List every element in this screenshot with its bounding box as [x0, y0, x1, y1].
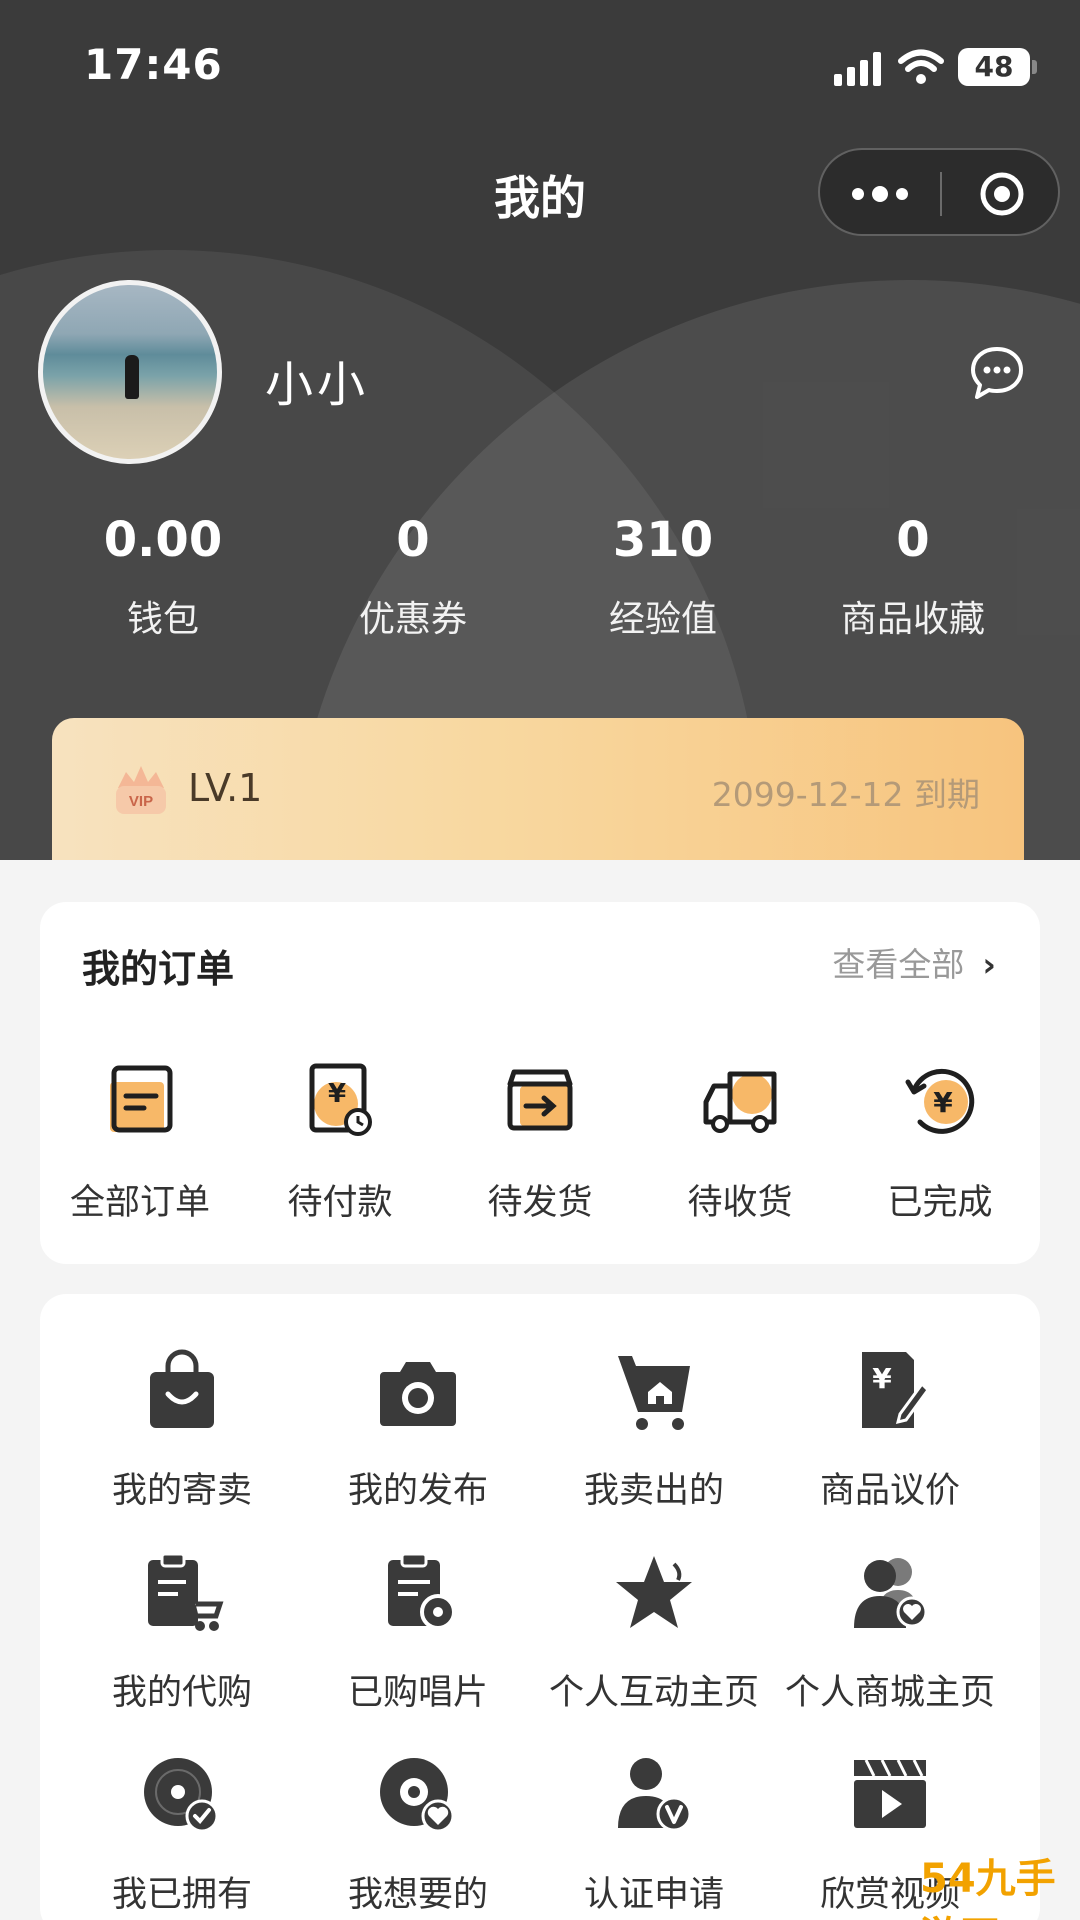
order-label: 全部订单: [69, 1183, 210, 1223]
vip-expire-date: 2099-12-12 到期: [711, 775, 980, 814]
services-card: 我的寄卖 我的发布 我卖出的 ¥ 商品议价 我的代购 已购唱片 个人互动主页 个…: [40, 1294, 1040, 1920]
svg-text:¥: ¥: [872, 1362, 892, 1395]
video-clapper-icon: [854, 1759, 926, 1828]
svg-text:¥: ¥: [328, 1079, 346, 1109]
avatar-person: [125, 355, 139, 399]
disc-check-icon: [144, 1758, 219, 1833]
disc-heart-icon: [380, 1758, 455, 1833]
service-label: 认证申请: [583, 1875, 724, 1915]
stat-label: 商品收藏: [840, 599, 985, 640]
battery-level: 48: [974, 50, 1014, 83]
stat-label: 优惠券: [358, 599, 467, 640]
close-target-icon[interactable]: [978, 170, 1026, 218]
orders-card: 我的订单 查看全部 › 全部订单 ¥ 待付款 待发货 待收货 ¥ 已完成: [40, 902, 1040, 1264]
service-label: 我想要的: [347, 1875, 488, 1915]
service-owned[interactable]: 我已拥有: [64, 1752, 300, 1917]
record-list-icon: [388, 1552, 456, 1630]
status-bar: 17:46 48: [0, 0, 1080, 130]
service-label: 我的寄卖: [111, 1471, 252, 1511]
service-label: 商品议价: [819, 1471, 960, 1511]
watermark: 54九手游网: [920, 1856, 1056, 1920]
service-label: 我的发布: [347, 1471, 488, 1511]
status-time: 17:46: [84, 40, 223, 89]
wifi-icon: [898, 49, 944, 84]
delivery-truck-icon: [703, 1071, 777, 1133]
stat-value: 0: [396, 512, 430, 568]
stat-wallet[interactable]: 0.00 钱包: [43, 512, 283, 642]
more-icon[interactable]: [850, 184, 910, 204]
view-all-label: 查看全部: [832, 945, 965, 984]
vip-badge-text: VIP: [129, 793, 153, 810]
verify-user-icon: [618, 1758, 692, 1832]
chevron-right-icon: ›: [982, 945, 996, 984]
service-bargain[interactable]: ¥ 商品议价: [772, 1348, 1008, 1513]
capsule-divider: [940, 172, 942, 216]
vip-level: LV.1: [188, 766, 263, 810]
service-proxy-purchase[interactable]: 我的代购: [64, 1550, 300, 1715]
service-sold[interactable]: 我卖出的: [536, 1348, 772, 1513]
user-heart-icon: [854, 1558, 928, 1628]
service-purchased-records[interactable]: 已购唱片: [300, 1550, 536, 1715]
service-publish[interactable]: 我的发布: [300, 1348, 536, 1513]
order-all[interactable]: 全部订单: [40, 1060, 240, 1225]
star-icon: [616, 1556, 692, 1628]
stat-label: 钱包: [126, 599, 199, 640]
signal-icon: [834, 52, 881, 86]
service-label: 我已拥有: [111, 1875, 252, 1915]
service-label: 个人商城主页: [784, 1673, 995, 1713]
service-label: 我的代购: [111, 1673, 252, 1713]
username: 小小: [265, 357, 370, 413]
stat-value: 0: [896, 512, 930, 568]
order-label: 待发货: [487, 1183, 593, 1223]
stats-row: 0.00 钱包 0 优惠券 310 经验值 0 商品收藏: [0, 512, 1080, 652]
order-completed[interactable]: ¥ 已完成: [840, 1060, 1040, 1225]
stat-coupons[interactable]: 0 优惠券: [293, 512, 533, 642]
camera-icon: [380, 1362, 456, 1426]
service-label: 已购唱片: [347, 1673, 488, 1713]
service-interaction-home[interactable]: 个人互动主页: [536, 1550, 772, 1715]
service-verification[interactable]: 认证申请: [536, 1752, 772, 1917]
order-label: 已完成: [887, 1183, 993, 1223]
vip-card[interactable]: VIP LV.1 2099-12-12 到期: [52, 718, 1024, 860]
miniprogram-capsule: [818, 148, 1060, 236]
order-label: 待收货: [687, 1183, 793, 1223]
purchase-list-icon: [148, 1552, 224, 1631]
shop-cart-icon: [618, 1356, 690, 1430]
service-consignment[interactable]: 我的寄卖: [64, 1348, 300, 1513]
shopping-bag-icon: [150, 1349, 214, 1428]
battery-icon: 48: [958, 48, 1037, 86]
profile-header: 17:46 48 我的 小小 0.00 钱包 0 优惠券 310 经验值 0 商…: [0, 0, 1080, 860]
pending-payment-icon: ¥: [309, 1063, 372, 1136]
order-pending-shipment[interactable]: 待发货: [440, 1060, 640, 1225]
price-edit-icon: ¥: [862, 1352, 930, 1428]
order-label: 待付款: [287, 1183, 393, 1223]
service-label: 个人互动主页: [548, 1673, 759, 1713]
order-pending-receipt[interactable]: 待收货: [640, 1060, 840, 1225]
stat-value: 310: [612, 512, 714, 568]
stat-experience[interactable]: 310 经验值: [543, 512, 783, 642]
stat-label: 经验值: [608, 599, 717, 640]
order-list-icon: [110, 1065, 173, 1133]
service-label: 我卖出的: [583, 1471, 724, 1511]
view-all-link[interactable]: 查看全部 ›: [832, 938, 996, 986]
vip-badge-icon: VIP: [116, 766, 166, 814]
service-mall-home[interactable]: 个人商城主页: [772, 1550, 1008, 1715]
stat-value: 0.00: [103, 512, 223, 568]
orders-title: 我的订单: [82, 947, 235, 991]
stat-favorites[interactable]: 0 商品收藏: [793, 512, 1033, 642]
service-wanted[interactable]: 我想要的: [300, 1752, 536, 1917]
pending-shipment-icon: [507, 1069, 573, 1131]
refund-completed-icon: ¥: [905, 1068, 975, 1134]
order-pending-payment[interactable]: ¥ 待付款: [240, 1060, 440, 1225]
svg-text:¥: ¥: [933, 1086, 953, 1119]
avatar[interactable]: [38, 280, 222, 464]
message-icon[interactable]: [968, 344, 1026, 402]
